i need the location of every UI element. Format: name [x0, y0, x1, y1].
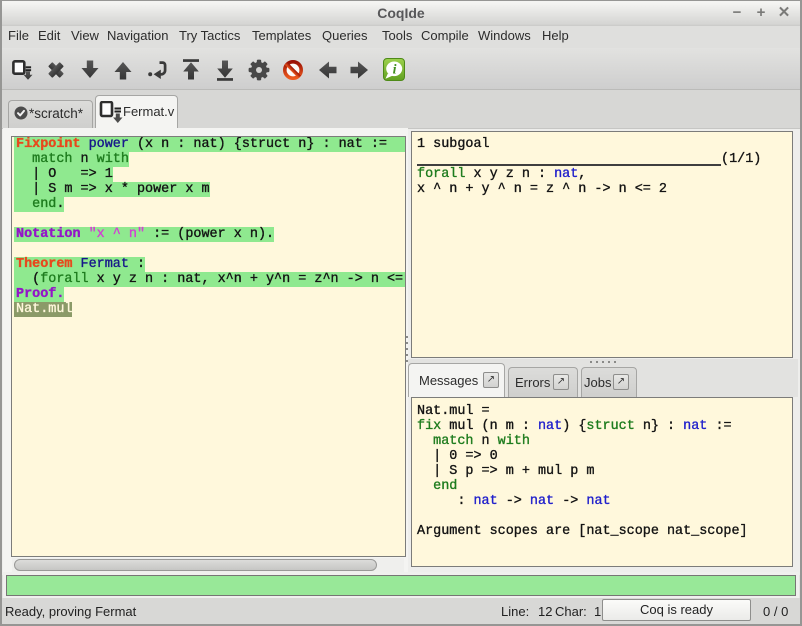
- svg-text:i: i: [393, 63, 397, 78]
